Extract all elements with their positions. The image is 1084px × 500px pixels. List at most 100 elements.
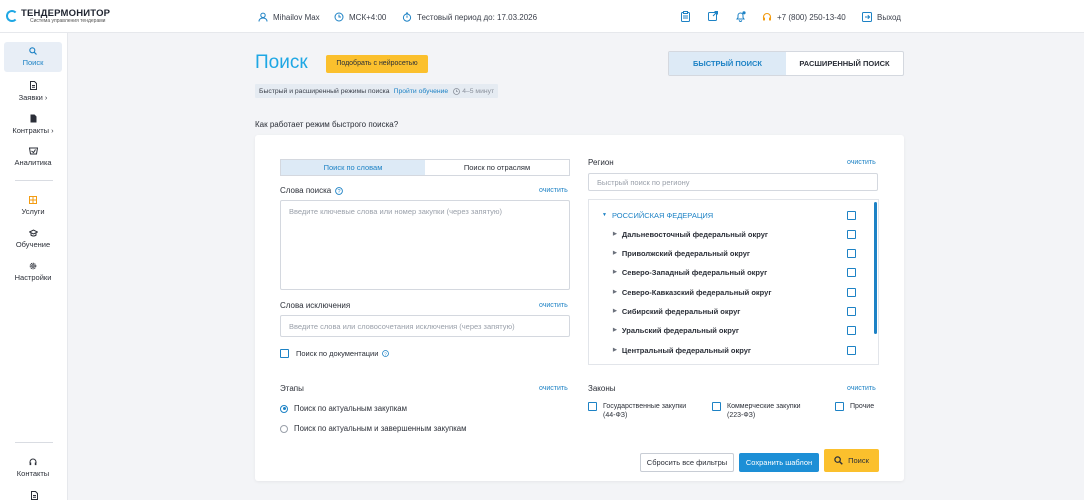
law-44-code: (44-ФЗ) [603,412,628,419]
chevron-right-icon[interactable]: ▶ [613,347,617,353]
region-name: Северо-Западный федеральный округ [621,267,768,277]
services-icon [29,196,37,204]
keywords-clear-link[interactable]: очистить [539,187,568,194]
phone-contact[interactable]: +7 (800) 250-13-40 [762,12,846,22]
region-checkbox[interactable] [847,267,856,277]
save-template-button[interactable]: Сохранить шаблон [739,453,819,472]
timezone[interactable]: МСК+4:00 [334,12,386,22]
region-checkbox[interactable] [847,325,856,335]
region-checkbox[interactable] [847,229,856,239]
search-icon [834,456,843,465]
stage-current-radio[interactable] [280,404,288,413]
training-link[interactable]: Пройти обучение [394,88,449,95]
help-icon[interactable]: ? [335,186,344,195]
stage-all-option[interactable]: Поиск по актуальным и завершенным закупк… [280,424,467,433]
region-row[interactable]: ▶ Приволжский федеральный округ [613,246,864,260]
advanced-search-button[interactable]: РАСШИРЕННЫЙ ПОИСК [786,52,903,75]
region-row[interactable]: ▼ РОССИЙСКАЯ ФЕДЕРАЦИЯ [602,208,864,222]
hint-text: Быстрый и расширенный режимы поиска [259,87,390,95]
how-it-works-link[interactable]: Как работает режим быстрого поиска? [255,120,398,129]
ai-match-button[interactable]: Подобрать с нейросетью [326,55,428,73]
law-other-option[interactable]: Прочие [835,402,874,411]
stage-current-label: Поиск по актуальным закупкам [294,404,407,413]
exclude-clear-link[interactable]: очистить [539,302,568,309]
region-row[interactable]: ▶ Сибирский федеральный округ [613,304,864,318]
headset-icon [29,458,37,466]
keywords-textarea[interactable]: Введите ключевые слова или номер закупки… [280,200,570,290]
tab-search-by-words[interactable]: Поиск по словам [281,160,425,175]
chevron-right-icon[interactable]: ▶ [613,327,617,333]
law-223-option[interactable]: Коммерческие закупки (223-ФЗ) [712,402,801,420]
chevron-right-icon[interactable]: ▶ [613,289,617,295]
region-row[interactable]: ▶ Северо-Западный федеральный округ [613,265,864,279]
law-223-checkbox[interactable] [712,402,721,411]
sidebar-item-label: Контакты [16,469,50,478]
gear-icon [29,262,37,270]
exclude-input[interactable]: Введите слова или словосочетания исключе… [280,315,570,337]
clipboard-icon[interactable] [681,11,690,22]
region-checkbox[interactable] [847,287,856,297]
region-checkbox[interactable] [847,210,856,220]
law-other-checkbox[interactable] [835,402,844,411]
timezone-text: МСК+4:00 [349,12,387,22]
quick-search-button[interactable]: БЫСТРЫЙ ПОИСК [669,52,786,75]
region-checkbox[interactable] [847,345,856,355]
sidebar-item-contracts[interactable]: Контракты › [4,114,62,135]
region-checkbox[interactable] [847,306,856,316]
stage-all-radio[interactable] [280,424,288,433]
document-icon[interactable] [31,491,38,500]
region-row[interactable]: ▶ Дальневосточный федеральный округ [613,227,864,241]
logo[interactable]: ТЕНДЕРМОНИТОР Система управления тендера… [6,8,110,24]
help-icon[interactable]: ? [382,350,390,357]
sidebar-item-label: Контракты › [12,126,54,135]
sidebar-item-settings[interactable]: Настройки [4,262,62,282]
clock-icon [453,87,461,95]
hint-duration: 4–5 минут [453,88,494,95]
region-name: Приволжский федеральный округ [621,248,750,258]
docs-search-label: Поиск по документации [296,349,379,358]
region-scrollbar[interactable] [874,202,877,334]
region-name: Северо-Кавказский федеральный округ [621,287,772,297]
docs-search-option[interactable]: Поиск по документации ? [280,349,390,358]
chevron-down-icon[interactable]: ▼ [602,212,607,218]
stages-clear-link[interactable]: очистить [539,385,568,392]
sidebar-item-analytics[interactable]: Аналитика [4,147,62,167]
stages-label: Этапы [280,384,304,393]
sidebar-item-contacts[interactable]: Контакты [4,458,62,478]
law-44-option[interactable]: Государственные закупки (44-ФЗ) [588,402,686,420]
laws-clear-link[interactable]: очистить [847,385,876,392]
region-row[interactable]: ▶ Центральный федеральный округ [613,343,864,357]
chevron-right-icon[interactable]: ▶ [613,250,617,256]
keywords-label: Слова поиска [280,186,332,195]
region-clear-link[interactable]: очистить [847,159,876,166]
region-row[interactable]: ▶ Северо-Кавказский федеральный округ [613,285,864,299]
law-223-code: (223-ФЗ) [727,412,756,419]
chevron-right-icon[interactable]: ▶ [613,231,617,237]
sidebar-item-label: Заявки › [18,93,48,102]
region-checkbox[interactable] [847,248,856,258]
sidebar-item-education[interactable]: Обучение [4,229,62,249]
region-search-input[interactable]: Быстрый поиск по региону [588,173,878,191]
search-button[interactable]: Поиск [824,449,879,472]
search-mode-toggle: БЫСТРЫЙ ПОИСК РАСШИРЕННЫЙ ПОИСК [668,51,904,76]
bell-icon[interactable] [735,11,746,22]
external-link-icon[interactable] [708,11,718,21]
sidebar-item-search[interactable]: Поиск [4,42,62,72]
logout-button[interactable]: Выход [862,12,901,22]
chevron-right-icon[interactable]: ▶ [613,308,617,314]
stage-current-option[interactable]: Поиск по актуальным закупкам [280,404,407,413]
chevron-right-icon[interactable]: ▶ [613,269,617,275]
region-row[interactable]: ▶ Уральский федеральный округ [613,323,864,337]
docs-search-checkbox[interactable] [280,349,289,358]
tab-search-by-industries[interactable]: Поиск по отраслям [425,160,569,175]
top-bar: ТЕНДЕРМОНИТОР Система управления тендера… [0,0,1084,33]
reset-filters-button[interactable]: Сбросить все фильтры [640,453,734,472]
user-menu[interactable]: Mihailov Max [258,12,320,22]
hint-bar: Быстрый и расширенный режимы поиска Прой… [255,84,499,98]
sidebar-item-applications[interactable]: Заявки › [4,81,62,102]
clock-icon [334,12,344,22]
analytics-icon [28,147,38,155]
law-44-checkbox[interactable] [588,402,597,411]
logout-label: Выход [877,12,901,22]
sidebar-item-services[interactable]: Услуги [4,196,62,216]
